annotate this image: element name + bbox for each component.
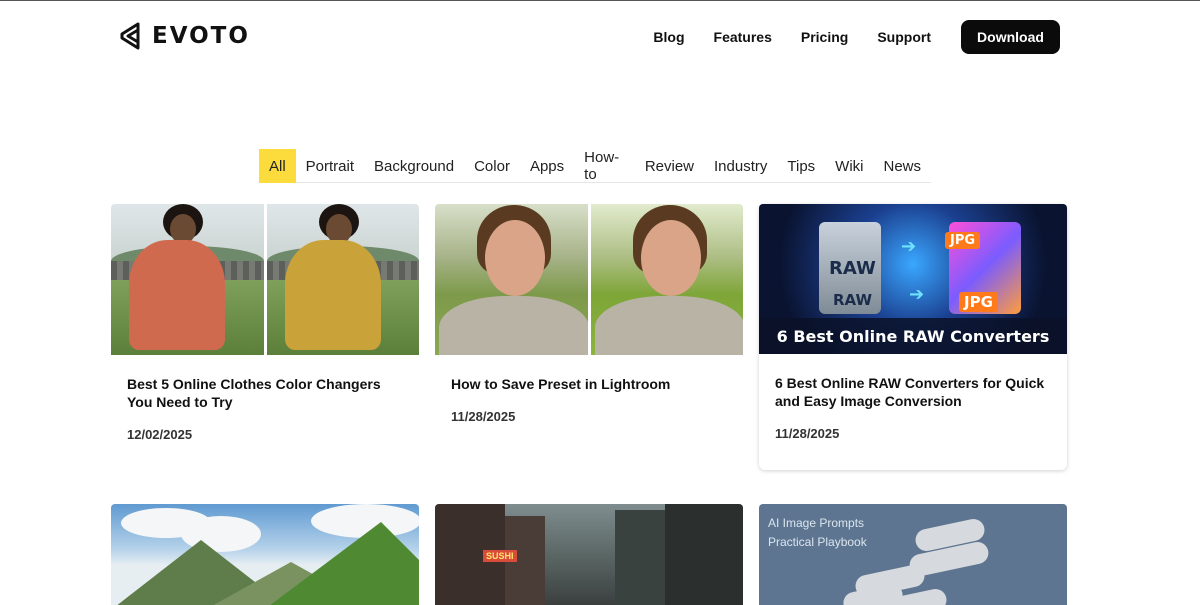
post-card[interactable]: [111, 504, 419, 605]
post-card[interactable]: AI Image Prompts Practical Playbook: [759, 504, 1067, 605]
nav-blog[interactable]: Blog: [653, 20, 684, 54]
main-nav: Blog Features Pricing Support Download: [624, 20, 1060, 54]
evoto-logo-icon: [120, 22, 140, 50]
download-button[interactable]: Download: [961, 20, 1060, 54]
post-card[interactable]: Best 5 Online Clothes Color Changers You…: [111, 204, 419, 454]
post-thumbnail[interactable]: AI Image Prompts Practical Playbook: [759, 504, 1067, 605]
thumbnail-caption-line: Practical Playbook: [768, 535, 867, 549]
post-card[interactable]: How to Save Preset in Lightroom 11/28/20…: [435, 204, 743, 444]
tab-review[interactable]: Review: [635, 149, 704, 183]
post-thumbnail[interactable]: RAW RAW ➔ ➔ JPG JPG 6 Best Online RAW Co…: [759, 204, 1067, 354]
before-image: [435, 204, 588, 355]
nav-support[interactable]: Support: [877, 20, 931, 54]
tab-tips[interactable]: Tips: [777, 149, 825, 183]
tab-portrait[interactable]: Portrait: [296, 149, 364, 183]
category-tabs: All Portrait Background Color Apps How-t…: [259, 149, 931, 183]
raw-label: RAW: [833, 291, 873, 309]
jpg-label: JPG: [945, 232, 981, 249]
after-image: [263, 204, 419, 355]
raw-label: RAW: [829, 258, 876, 279]
post-thumbnail[interactable]: [111, 504, 419, 605]
shop-sign: SUSHI: [483, 550, 517, 562]
thumbnail-banner: 6 Best Online RAW Converters: [759, 318, 1067, 354]
post-thumbnail[interactable]: SUSHI: [435, 504, 743, 605]
tab-color[interactable]: Color: [464, 149, 520, 183]
post-date: 11/28/2025: [451, 409, 516, 424]
post-title[interactable]: 6 Best Online RAW Converters for Quick a…: [759, 374, 1067, 410]
nav-features[interactable]: Features: [714, 20, 772, 54]
arrow-right-icon: ➔: [901, 236, 917, 256]
nav-pricing[interactable]: Pricing: [801, 20, 848, 54]
post-title[interactable]: Best 5 Online Clothes Color Changers You…: [111, 375, 419, 411]
tab-industry[interactable]: Industry: [704, 149, 777, 183]
post-date: 11/28/2025: [775, 426, 840, 441]
tab-news[interactable]: News: [873, 149, 931, 183]
post-card[interactable]: RAW RAW ➔ ➔ JPG JPG 6 Best Online RAW Co…: [759, 204, 1067, 470]
thumbnail-caption-line: AI Image Prompts: [768, 516, 865, 530]
site-header: EVOTO Blog Features Pricing Support Down…: [0, 1, 1200, 73]
brand-name: EVOTO: [152, 23, 250, 49]
post-thumbnail[interactable]: [111, 204, 419, 355]
post-card[interactable]: SUSHI: [435, 504, 743, 605]
evoto-logo[interactable]: EVOTO: [118, 21, 250, 51]
tab-how-to[interactable]: How-to: [574, 149, 635, 183]
tab-wiki[interactable]: Wiki: [825, 149, 873, 183]
before-image: [111, 204, 264, 355]
tab-apps[interactable]: Apps: [520, 149, 574, 183]
after-image: [587, 204, 743, 355]
jpg-label: JPG: [959, 292, 998, 312]
tab-background[interactable]: Background: [364, 149, 464, 183]
post-date: 12/02/2025: [127, 427, 193, 442]
post-thumbnail[interactable]: [435, 204, 743, 355]
thumbnail-caption: AI Image Prompts Practical Playbook: [768, 514, 867, 552]
tab-all[interactable]: All: [259, 149, 296, 183]
post-title[interactable]: How to Save Preset in Lightroom: [435, 375, 743, 393]
arrow-right-icon: ➔: [909, 284, 925, 304]
